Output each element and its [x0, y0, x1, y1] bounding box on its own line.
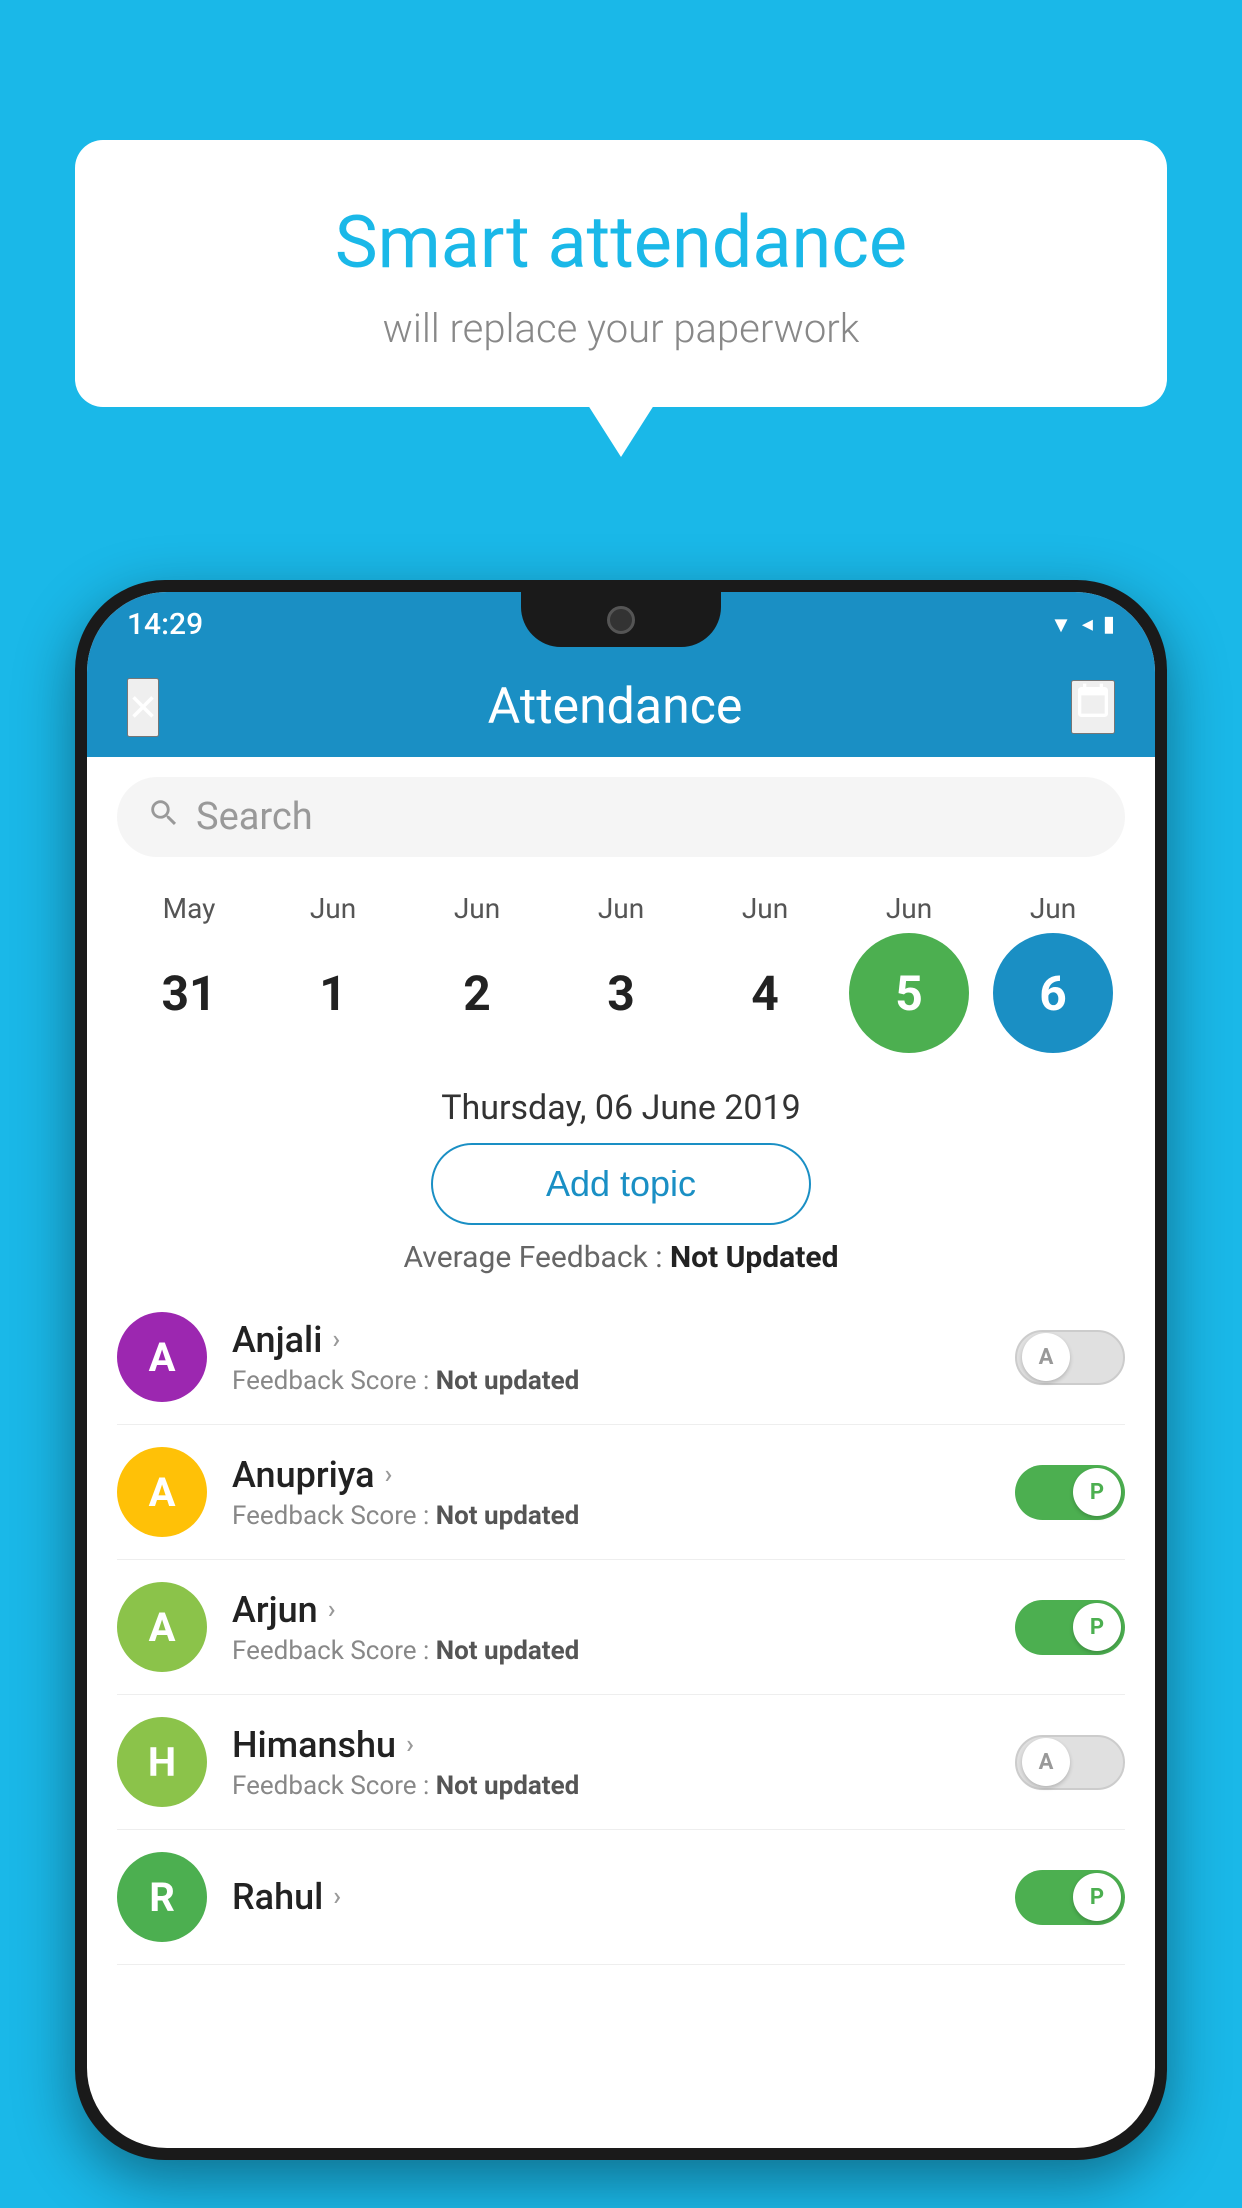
bubble-subtitle: will replace your paperwork — [115, 305, 1127, 352]
student-item-arjun[interactable]: A Arjun › Feedback Score : Not updated P — [117, 1560, 1125, 1695]
months-row: May Jun Jun Jun Jun Jun Jun — [107, 892, 1135, 925]
phone-frame: 14:29 ▼ ◂ ▮ × Attendance S — [75, 580, 1167, 2160]
date-display: Thursday, 06 June 2019 — [87, 1088, 1155, 1128]
avg-feedback-value: Not Updated — [670, 1240, 839, 1275]
chevron-icon: › — [332, 1325, 340, 1355]
app-bar-title: Attendance — [488, 678, 743, 736]
student-name-rahul: Rahul › — [232, 1876, 1015, 1918]
student-info-arjun: Arjun › Feedback Score : Not updated — [232, 1589, 1015, 1666]
student-name-anupriya: Anupriya › — [232, 1454, 1015, 1496]
avatar-arjun: A — [117, 1582, 207, 1672]
student-item-anjali[interactable]: A Anjali › Feedback Score : Not updated … — [117, 1290, 1125, 1425]
month-5: Jun — [844, 892, 974, 925]
student-list: A Anjali › Feedback Score : Not updated … — [87, 1290, 1155, 1965]
student-score-himanshu: Feedback Score : Not updated — [232, 1771, 1015, 1801]
student-item-anupriya[interactable]: A Anupriya › Feedback Score : Not update… — [117, 1425, 1125, 1560]
student-score-anjali: Feedback Score : Not updated — [232, 1366, 1015, 1396]
day-31[interactable]: 31 — [129, 933, 249, 1053]
search-bar[interactable]: Search — [117, 777, 1125, 857]
toggle-thumb-rahul: P — [1073, 1873, 1121, 1921]
student-name-anjali: Anjali › — [232, 1319, 1015, 1361]
bubble-title: Smart attendance — [115, 200, 1127, 285]
toggle-thumb-arjun: P — [1073, 1603, 1121, 1651]
battery-icon: ▮ — [1103, 612, 1115, 637]
student-info-anupriya: Anupriya › Feedback Score : Not updated — [232, 1454, 1015, 1531]
student-info-himanshu: Himanshu › Feedback Score : Not updated — [232, 1724, 1015, 1801]
student-info-anjali: Anjali › Feedback Score : Not updated — [232, 1319, 1015, 1396]
day-4[interactable]: 4 — [705, 933, 825, 1053]
chevron-icon: › — [385, 1460, 393, 1490]
student-item-himanshu[interactable]: H Himanshu › Feedback Score : Not update… — [117, 1695, 1125, 1830]
day-2[interactable]: 2 — [417, 933, 537, 1053]
calendar-strip: May Jun Jun Jun Jun Jun Jun 31 1 2 3 4 5… — [87, 877, 1155, 1078]
student-score-anupriya: Feedback Score : Not updated — [232, 1501, 1015, 1531]
toggle-rahul[interactable]: P — [1015, 1870, 1125, 1925]
days-row: 31 1 2 3 4 5 6 — [107, 925, 1135, 1068]
day-5-today[interactable]: 5 — [849, 933, 969, 1053]
phone-screen: 14:29 ▼ ◂ ▮ × Attendance S — [87, 592, 1155, 2148]
avatar-anjali: A — [117, 1312, 207, 1402]
student-name-arjun: Arjun › — [232, 1589, 1015, 1631]
month-1: Jun — [268, 892, 398, 925]
speech-bubble: Smart attendance will replace your paper… — [75, 140, 1167, 407]
toggle-anjali[interactable]: A — [1015, 1330, 1125, 1385]
month-2: Jun — [412, 892, 542, 925]
avatar-himanshu: H — [117, 1717, 207, 1807]
status-icons: ▼ ◂ ▮ — [1050, 612, 1115, 638]
toggle-thumb-anjali: A — [1022, 1333, 1070, 1381]
phone-notch — [521, 592, 721, 647]
status-time: 14:29 — [127, 607, 203, 642]
student-score-arjun: Feedback Score : Not updated — [232, 1636, 1015, 1666]
chevron-icon: › — [333, 1882, 341, 1912]
toggle-thumb-anupriya: P — [1073, 1468, 1121, 1516]
close-button[interactable]: × — [127, 678, 159, 737]
day-3[interactable]: 3 — [561, 933, 681, 1053]
day-6-selected[interactable]: 6 — [993, 933, 1113, 1053]
month-3: Jun — [556, 892, 686, 925]
toggle-himanshu[interactable]: A — [1015, 1735, 1125, 1790]
wifi-icon: ▼ — [1050, 612, 1072, 638]
app-bar: × Attendance — [87, 657, 1155, 757]
add-topic-button[interactable]: Add topic — [431, 1143, 811, 1225]
avatar-anupriya: A — [117, 1447, 207, 1537]
calendar-button[interactable] — [1071, 680, 1115, 734]
toggle-thumb-himanshu: A — [1022, 1738, 1070, 1786]
day-1[interactable]: 1 — [273, 933, 393, 1053]
student-name-himanshu: Himanshu › — [232, 1724, 1015, 1766]
search-icon — [147, 796, 181, 839]
search-placeholder: Search — [196, 795, 313, 839]
avg-feedback-label: Average Feedback : — [404, 1240, 670, 1275]
month-0: May — [124, 892, 254, 925]
signal-icon: ◂ — [1082, 612, 1093, 637]
student-info-rahul: Rahul › — [232, 1876, 1015, 1918]
month-6: Jun — [988, 892, 1118, 925]
avg-feedback: Average Feedback : Not Updated — [87, 1240, 1155, 1275]
avatar-rahul: R — [117, 1852, 207, 1942]
student-item-rahul[interactable]: R Rahul › P — [117, 1830, 1125, 1965]
camera — [607, 606, 635, 634]
chevron-icon: › — [328, 1595, 336, 1625]
toggle-arjun[interactable]: P — [1015, 1600, 1125, 1655]
month-4: Jun — [700, 892, 830, 925]
chevron-icon: › — [406, 1730, 414, 1760]
toggle-anupriya[interactable]: P — [1015, 1465, 1125, 1520]
